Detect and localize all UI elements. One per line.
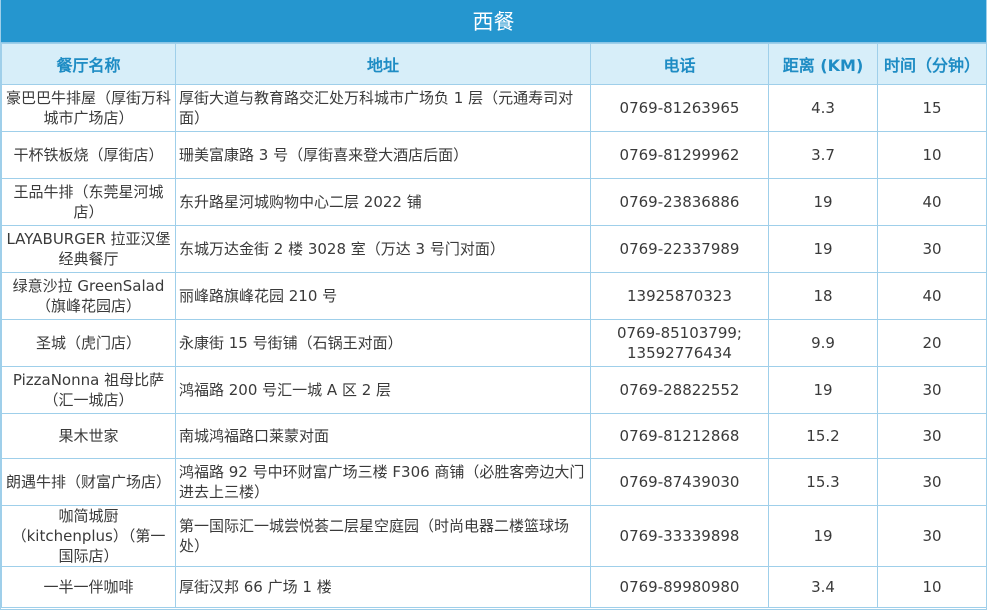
phone-number: 0769-81212868 bbox=[619, 427, 740, 445]
cell-address: 永康街 15 号街铺（石锅王对面） bbox=[175, 319, 591, 367]
cell-address: 第一国际汇一城尝悦荟二层星空庭园（时尚电器二楼篮球场处） bbox=[175, 505, 591, 567]
cell-name: 咖简城厨（kitchenplus）（第一国际店） bbox=[1, 505, 176, 567]
cell-name: 绿意沙拉 GreenSalad（旗峰花园店） bbox=[1, 272, 176, 320]
table-row: 果木世家 南城鸿福路口莱蒙对面 0769-81212868 15.2 30 bbox=[1, 413, 987, 459]
cell-phone: 0769-81212868 bbox=[590, 413, 769, 459]
phone-number: 0769-33339898 bbox=[619, 527, 740, 545]
cell-distance: 19 bbox=[768, 225, 878, 273]
cell-phone: 0769-23836886 bbox=[590, 178, 769, 226]
phone-number: 0769-81299962 bbox=[619, 146, 740, 164]
cell-name: 朗遇牛排（财富广场店） bbox=[1, 458, 176, 506]
table-row: PizzaNonna 祖母比萨（汇一城店） 鸿福路 200 号汇一城 A 区 2… bbox=[1, 366, 987, 414]
header-distance: 距离 (KM) bbox=[768, 43, 878, 85]
cell-time: 30 bbox=[877, 366, 987, 414]
cell-phone: 13925870323 bbox=[590, 272, 769, 320]
cell-distance: 3.7 bbox=[768, 131, 878, 179]
table-row: 朗遇牛排（财富广场店） 鸿福路 92 号中环财富广场三楼 F306 商铺（必胜客… bbox=[1, 458, 987, 506]
cell-distance: 19 bbox=[768, 505, 878, 567]
cell-name: 一半一伴咖啡 bbox=[1, 566, 176, 608]
cell-time: 40 bbox=[877, 178, 987, 226]
cell-address: 鸿福路 200 号汇一城 A 区 2 层 bbox=[175, 366, 591, 414]
restaurant-table: 餐厅名称 地址 电话 距离 (KM) 时间（分钟） 豪巴巴牛排屋（厚街万科城市广… bbox=[1, 43, 987, 608]
cell-distance: 18 bbox=[768, 272, 878, 320]
cell-distance: 19 bbox=[768, 366, 878, 414]
cell-phone: 0769-28822552 bbox=[590, 366, 769, 414]
cell-distance: 9.9 bbox=[768, 319, 878, 367]
cell-time: 30 bbox=[877, 413, 987, 459]
header-address: 地址 bbox=[175, 43, 591, 85]
cell-address: 丽峰路旗峰花园 210 号 bbox=[175, 272, 591, 320]
table-title: 西餐 bbox=[1, 0, 986, 43]
cell-address: 南城鸿福路口莱蒙对面 bbox=[175, 413, 591, 459]
cell-phone: 0769-85103799; 13592776434 bbox=[590, 319, 769, 367]
cell-distance: 15.3 bbox=[768, 458, 878, 506]
header-time: 时间（分钟） bbox=[877, 43, 987, 85]
cell-distance: 19 bbox=[768, 178, 878, 226]
cell-address: 珊美富康路 3 号（厚街喜来登大酒店后面） bbox=[175, 131, 591, 179]
cell-time: 30 bbox=[877, 458, 987, 506]
cell-phone: 0769-89980980 bbox=[590, 566, 769, 608]
cell-name: 果木世家 bbox=[1, 413, 176, 459]
header-phone: 电话 bbox=[590, 43, 769, 85]
table-row: 绿意沙拉 GreenSalad（旗峰花园店） 丽峰路旗峰花园 210 号 139… bbox=[1, 272, 987, 320]
table-row: 咖简城厨（kitchenplus）（第一国际店） 第一国际汇一城尝悦荟二层星空庭… bbox=[1, 505, 987, 567]
phone-number: 0769-28822552 bbox=[619, 381, 740, 399]
cell-distance: 15.2 bbox=[768, 413, 878, 459]
phone-number: 13925870323 bbox=[627, 287, 732, 305]
header-row: 餐厅名称 地址 电话 距离 (KM) 时间（分钟） bbox=[1, 43, 987, 85]
cell-phone: 0769-33339898 bbox=[590, 505, 769, 567]
phone-number-secondary: 13592776434 bbox=[627, 344, 732, 362]
cell-distance: 3.4 bbox=[768, 566, 878, 608]
table-row: 干杯铁板烧（厚街店） 珊美富康路 3 号（厚街喜来登大酒店后面） 0769-81… bbox=[1, 131, 987, 179]
table-row: 圣城（虎门店） 永康街 15 号街铺（石锅王对面） 0769-85103799;… bbox=[1, 319, 987, 367]
phone-number: 0769-22337989 bbox=[619, 240, 740, 258]
cell-address: 鸿福路 92 号中环财富广场三楼 F306 商铺（必胜客旁边大门进去上三楼） bbox=[175, 458, 591, 506]
phone-number: 0769-23836886 bbox=[619, 193, 740, 211]
cell-address: 厚街大道与教育路交汇处万科城市广场负 1 层（元通寿司对面） bbox=[175, 84, 591, 132]
cell-name: 王品牛排（东莞星河城店） bbox=[1, 178, 176, 226]
header-name: 餐厅名称 bbox=[1, 43, 176, 85]
cell-phone: 0769-87439030 bbox=[590, 458, 769, 506]
cell-phone: 0769-81299962 bbox=[590, 131, 769, 179]
cell-time: 20 bbox=[877, 319, 987, 367]
phone-number: 0769-81263965 bbox=[619, 99, 740, 117]
table-row: 一半一伴咖啡 厚街汉邦 66 广场 1 楼 0769-89980980 3.4 … bbox=[1, 566, 987, 608]
table-row: 豪巴巴牛排屋（厚街万科城市广场店） 厚街大道与教育路交汇处万科城市广场负 1 层… bbox=[1, 84, 987, 132]
cell-address: 东城万达金街 2 楼 3028 室（万达 3 号门对面） bbox=[175, 225, 591, 273]
cell-phone: 0769-81263965 bbox=[590, 84, 769, 132]
cell-time: 10 bbox=[877, 566, 987, 608]
cell-name: 干杯铁板烧（厚街店） bbox=[1, 131, 176, 179]
cell-name: LAYABURGER 拉亚汉堡经典餐厅 bbox=[1, 225, 176, 273]
phone-number: 0769-87439030 bbox=[619, 473, 740, 491]
cell-name: PizzaNonna 祖母比萨（汇一城店） bbox=[1, 366, 176, 414]
cell-phone: 0769-22337989 bbox=[590, 225, 769, 273]
cell-time: 30 bbox=[877, 505, 987, 567]
restaurant-sheet: 西餐 餐厅名称 地址 电话 距离 (KM) 时间（分钟） 豪巴巴牛排屋（厚街万科… bbox=[0, 0, 987, 610]
cell-address: 东升路星河城购物中心二层 2022 铺 bbox=[175, 178, 591, 226]
cell-distance: 4.3 bbox=[768, 84, 878, 132]
cell-time: 15 bbox=[877, 84, 987, 132]
cell-name: 圣城（虎门店） bbox=[1, 319, 176, 367]
cell-time: 10 bbox=[877, 131, 987, 179]
cell-name: 豪巴巴牛排屋（厚街万科城市广场店） bbox=[1, 84, 176, 132]
phone-number: 0769-89980980 bbox=[619, 578, 740, 596]
cell-time: 30 bbox=[877, 225, 987, 273]
phone-number: 0769-85103799; bbox=[617, 324, 742, 342]
cell-time: 40 bbox=[877, 272, 987, 320]
table-row: LAYABURGER 拉亚汉堡经典餐厅 东城万达金街 2 楼 3028 室（万达… bbox=[1, 225, 987, 273]
cell-address: 厚街汉邦 66 广场 1 楼 bbox=[175, 566, 591, 608]
table-row: 王品牛排（东莞星河城店） 东升路星河城购物中心二层 2022 铺 0769-23… bbox=[1, 178, 987, 226]
